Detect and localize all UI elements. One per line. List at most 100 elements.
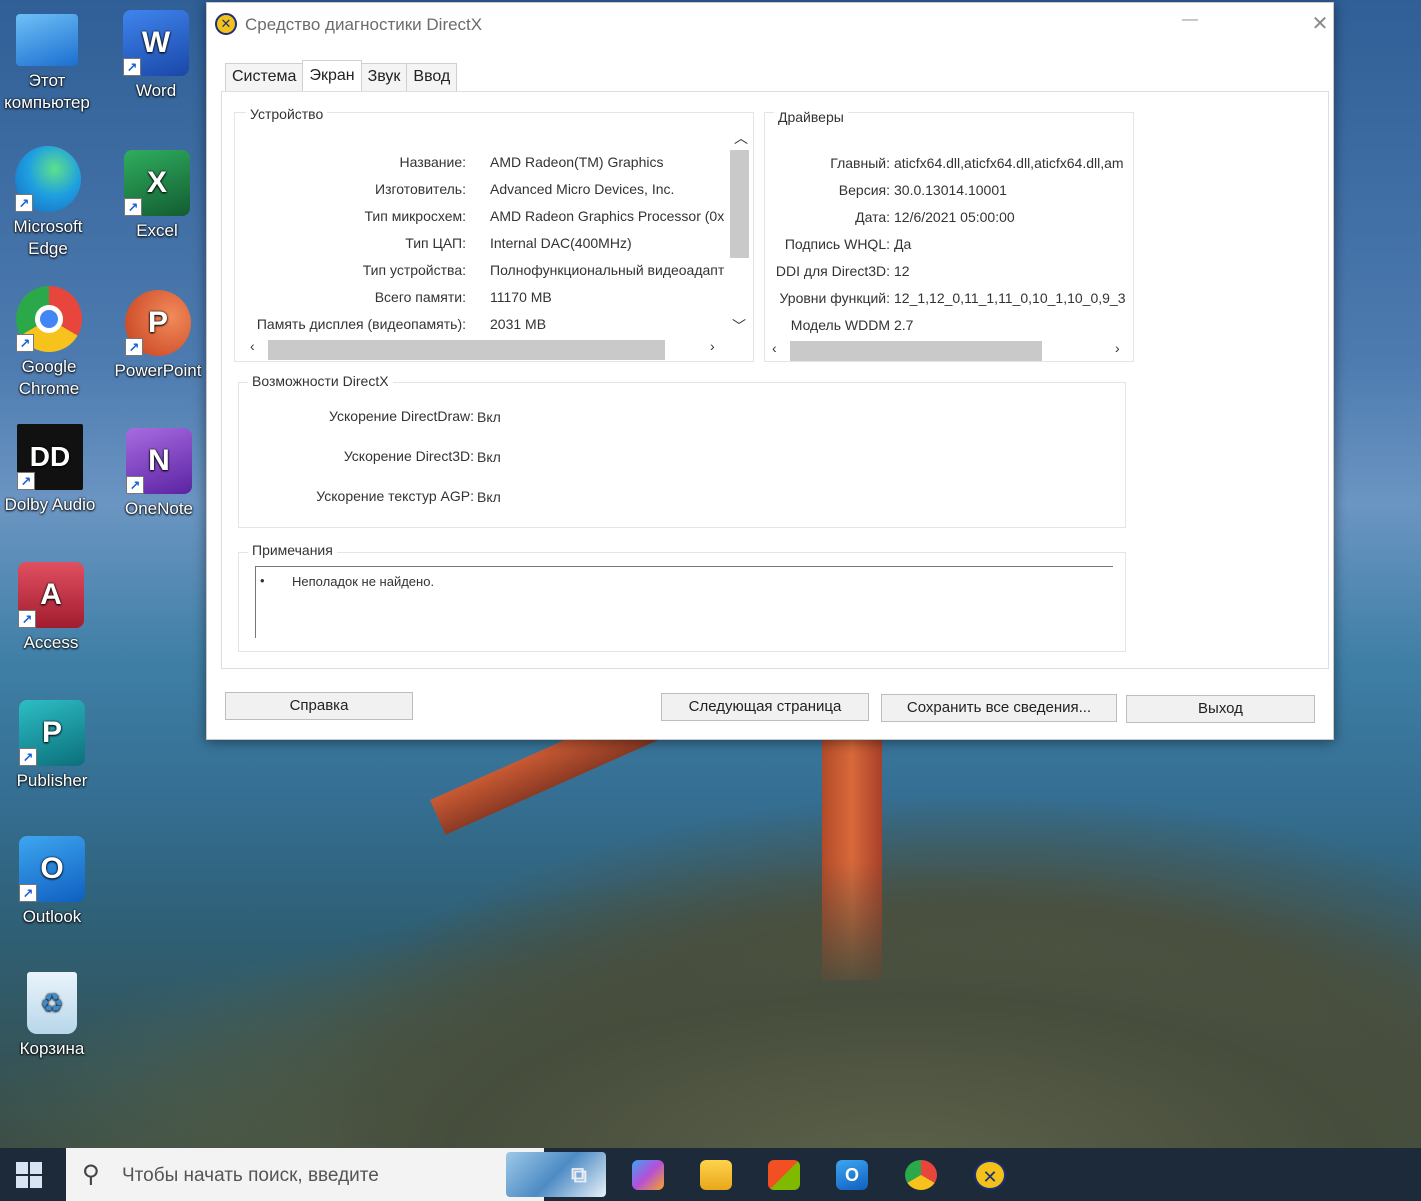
display-tab-panel: Устройство Название: AMD Radeon(TM) Grap… (221, 91, 1329, 669)
device-group-title: Устройство (246, 106, 328, 122)
help-button[interactable]: Справка (225, 692, 413, 720)
onenote-icon: N ↗ (126, 428, 192, 494)
device-scroll-right-icon[interactable]: › (710, 338, 715, 354)
outlook-icon[interactable]: O (836, 1160, 868, 1190)
dac-type-value: Internal DAC(400MHz) (490, 235, 632, 251)
main-driver-label: Главный: (830, 155, 890, 171)
shortcut-arrow-icon: ↗ (19, 748, 37, 766)
desktop-icon-this-pc[interactable]: Этот компьютер (0, 14, 97, 114)
task-view-icon[interactable]: ⧉ (563, 1160, 595, 1190)
display-memory-label: Память дисплея (видеопамять): (256, 316, 466, 332)
device-horizontal-scroll-thumb[interactable] (268, 340, 665, 360)
desktop-icon-label: Access (23, 633, 79, 652)
notes-item: Неполадок не найдено. (292, 574, 435, 589)
chrome-icon[interactable] (905, 1160, 937, 1190)
whql-label: Подпись WHQL: (784, 236, 890, 252)
agp-accel-value: Вкл (477, 489, 501, 505)
shortcut-arrow-icon: ↗ (123, 58, 141, 76)
total-memory-value: 11170 MB (490, 289, 552, 305)
device-name-label: Название: (399, 154, 466, 170)
ddi-label: DDI для Direct3D: (775, 263, 890, 279)
access-icon: A ↗ (18, 562, 84, 628)
desktop-icon-outlook[interactable]: O ↗ Outlook (2, 836, 102, 928)
notes-textbox[interactable]: • Неполадок не найдено. (255, 566, 1113, 638)
desktop-icon-label: PowerPoint (114, 361, 202, 380)
start-button[interactable] (16, 1162, 42, 1188)
desktop-icon-access[interactable]: A ↗ Access (1, 562, 101, 654)
shortcut-arrow-icon: ↗ (125, 338, 143, 356)
shortcut-arrow-icon: ↗ (17, 472, 35, 490)
desktop-icon-onenote[interactable]: N ↗ OneNote (109, 428, 209, 520)
desktop-icon-dolby-audio[interactable]: DD ↗ Dolby Audio (0, 424, 100, 516)
copilot-icon[interactable] (632, 1160, 664, 1190)
directdraw-accel-label: Ускорение DirectDraw: (329, 408, 474, 424)
device-scroll-left-icon[interactable]: ‹ (250, 338, 255, 354)
device-name-value: AMD Radeon(TM) Graphics (490, 154, 664, 170)
drivers-scroll-left-icon[interactable]: ‹ (772, 340, 777, 356)
chip-type-value: AMD Radeon Graphics Processor (0x (490, 208, 725, 224)
desktop-icon-label: Google Chrome (18, 357, 80, 398)
directx-app-icon: ✕ (215, 13, 237, 35)
desktop-icon-excel[interactable]: X ↗ Excel (107, 150, 207, 242)
shortcut-arrow-icon: ↗ (16, 334, 34, 352)
desktop-icon-label: Корзина (19, 1039, 85, 1058)
desktop-icon-publisher[interactable]: P ↗ Publisher (2, 700, 102, 792)
driver-version-label: Версия: (838, 182, 890, 198)
next-page-button[interactable]: Следующая страница (661, 693, 869, 721)
manufacturer-label: Изготовитель: (375, 181, 466, 197)
tab-bar: Система Экран Звук Ввод (225, 60, 458, 91)
taskbar-search-box[interactable]: ⚲ Чтобы начать поиск, введите (66, 1148, 606, 1201)
desktop-icon-edge[interactable]: ↗ Microsoft Edge (0, 146, 98, 260)
wddm-model-value: 2.7 (894, 317, 914, 333)
desktop-icon-label: Outlook (22, 907, 82, 926)
direct3d-accel-value: Вкл (477, 449, 501, 465)
tab-display[interactable]: Экран (302, 60, 362, 91)
recycle-bin-icon: ♻ (27, 972, 77, 1034)
drivers-horizontal-scroll-thumb[interactable] (790, 341, 1042, 361)
dolby-icon: DD ↗ (17, 424, 83, 490)
directx-features-title: Возможности DirectX (248, 373, 393, 389)
display-memory-value: 2031 MB (490, 316, 547, 332)
whql-value: Да (894, 236, 912, 252)
device-scroll-up-icon[interactable]: ︿ (734, 128, 748, 148)
excel-icon: X ↗ (124, 150, 190, 216)
chrome-icon: ↗ (16, 286, 82, 352)
minimize-button[interactable]: — (1175, 11, 1205, 39)
desktop-icon-word[interactable]: W ↗ Word (106, 10, 206, 102)
tab-input[interactable]: Ввод (406, 63, 458, 91)
file-explorer-icon[interactable] (700, 1160, 732, 1190)
edge-icon: ↗ (15, 146, 81, 212)
close-button[interactable]: ✕ (1305, 11, 1335, 39)
computer-icon (16, 14, 78, 66)
title-bar[interactable]: ✕ Средство диагностики DirectX — ✕ (207, 3, 1333, 47)
direct3d-accel-label: Ускорение Direct3D: (343, 448, 474, 464)
shortcut-arrow-icon: ↗ (18, 610, 36, 628)
wallpaper-hill (0, 860, 1421, 1150)
directx-diag-icon[interactable]: ✕ (974, 1160, 1006, 1190)
outlook-icon: O ↗ (19, 836, 85, 902)
driver-date-value: 12/6/2021 05:00:00 (894, 209, 1015, 225)
publisher-icon: P ↗ (19, 700, 85, 766)
device-vertical-scroll-thumb[interactable] (730, 150, 749, 258)
drivers-scroll-right-icon[interactable]: › (1115, 340, 1120, 356)
ddi-value: 12 (894, 263, 910, 279)
store-icon[interactable] (768, 1160, 800, 1190)
desktop-icon-powerpoint[interactable]: P ↗ PowerPoint (108, 290, 208, 382)
exit-button[interactable]: Выход (1126, 695, 1315, 723)
drivers-group-title: Драйверы (774, 109, 848, 125)
tab-sound[interactable]: Звук (360, 63, 408, 91)
device-scroll-down-icon[interactable]: ﹀ (732, 316, 746, 336)
search-icon: ⚲ (82, 1161, 100, 1188)
total-memory-label: Всего памяти: (374, 289, 466, 305)
desktop-icon-label: Microsoft Edge (13, 217, 83, 258)
desktop-icon-chrome[interactable]: ↗ Google Chrome (0, 286, 99, 400)
manufacturer-value: Advanced Micro Devices, Inc. (490, 181, 675, 197)
wddm-model-label: Модель WDDM (790, 317, 890, 333)
save-all-info-button[interactable]: Сохранить все сведения... (881, 694, 1117, 722)
word-icon: W ↗ (123, 10, 189, 76)
windows-logo-icon (16, 1162, 28, 1174)
window-title: Средство диагностики DirectX (245, 15, 483, 34)
desktop-icon-label: Dolby Audio (4, 495, 96, 514)
tab-system[interactable]: Система (225, 63, 304, 91)
desktop-icon-recycle-bin[interactable]: ♻ Корзина (2, 972, 102, 1060)
